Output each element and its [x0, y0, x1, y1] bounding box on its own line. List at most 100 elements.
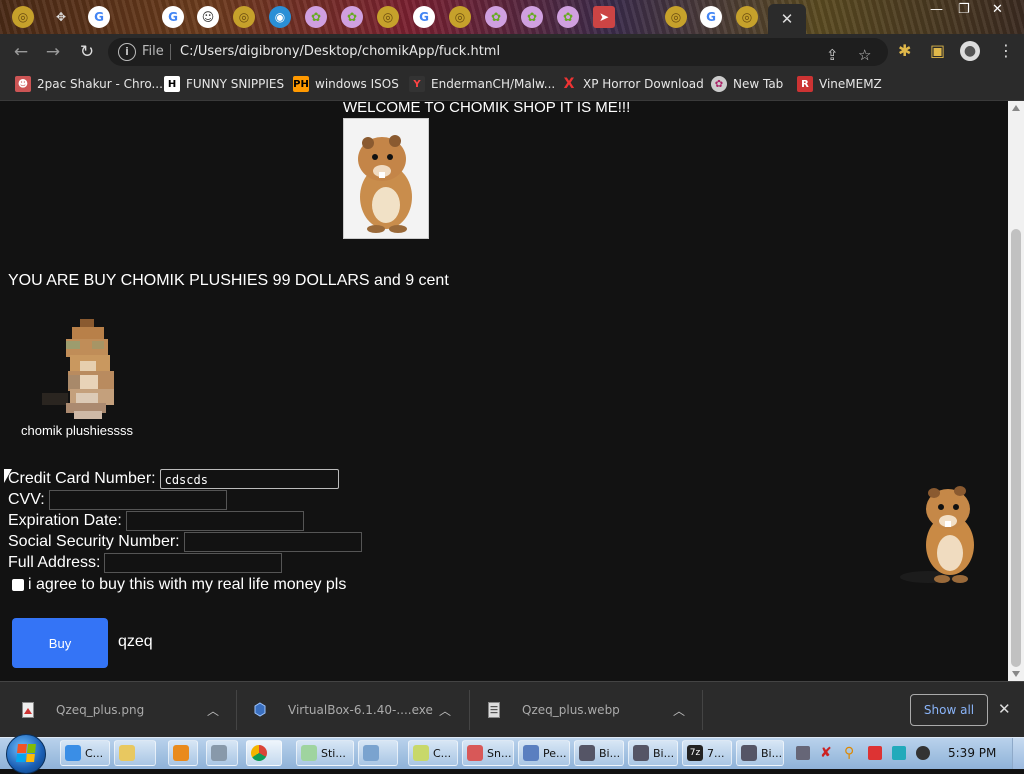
card-number-input[interactable]: cdscds — [159, 469, 339, 489]
url-text[interactable]: C:/Users/digibrony/Desktop/chomikApp/fuc… — [180, 44, 500, 59]
taskbar-button-window[interactable] — [358, 740, 398, 766]
chevron-up-icon[interactable]: ︿ — [439, 702, 451, 719]
taskbar-button-bi-3[interactable]: Bi... — [736, 740, 784, 766]
tray-monitor-icon[interactable] — [892, 746, 906, 760]
tab-google-icon[interactable]: G — [700, 6, 722, 28]
taskbar-button-notepad[interactable]: C... — [408, 740, 458, 766]
chrome-icon — [251, 745, 267, 761]
taskbar-button-chrome[interactable] — [246, 740, 282, 766]
taskbar-button-paint[interactable]: Pe... — [518, 740, 570, 766]
windows-logo-icon — [16, 744, 36, 762]
tab-blue-icon[interactable]: ◉ — [269, 6, 291, 28]
taskbar-button-explorer[interactable] — [114, 740, 156, 766]
chevron-up-icon[interactable]: ︿ — [673, 702, 685, 719]
address-input[interactable] — [104, 553, 283, 573]
download-item[interactable]: Qzeq_plus.webp ︿ — [488, 682, 698, 738]
share-icon[interactable]: ⇪ — [826, 46, 839, 64]
agree-label: i agree to buy this with my real life mo… — [28, 576, 347, 593]
bookmark-item[interactable]: R VineMEMZ — [797, 76, 882, 92]
minimize-button[interactable]: — — [930, 2, 943, 17]
tab-smiley-icon[interactable]: ☺ — [197, 6, 219, 28]
expiration-input[interactable] — [125, 511, 304, 531]
menu-kebab-icon[interactable]: ⋮ — [998, 41, 1014, 60]
back-arrow-icon[interactable]: ← — [10, 42, 32, 62]
maximize-button[interactable]: ❐ — [958, 2, 970, 17]
window-close-button[interactable]: ✕ — [992, 2, 1003, 17]
tray-search-icon[interactable]: ⚲ — [844, 746, 858, 760]
tray-flag-icon[interactable] — [868, 746, 882, 760]
ssn-input[interactable] — [183, 532, 362, 552]
expiration-label: Expiration Date: — [8, 512, 122, 529]
tab-gold-icon[interactable]: ◎ — [665, 6, 687, 28]
download-item[interactable]: Qzeq_plus.png ︿ — [22, 682, 232, 738]
bookmark-item[interactable]: X XP Horror Download — [561, 76, 704, 92]
taskbar-button-calculator[interactable] — [206, 740, 238, 766]
bookmark-star-icon[interactable]: ☆ — [858, 46, 871, 64]
tab-gold-icon[interactable]: ◎ — [12, 6, 34, 28]
tab-red-icon[interactable]: ➤ — [593, 6, 615, 28]
scrollbar-thumb[interactable] — [1011, 229, 1021, 667]
tab-gold-icon[interactable]: ◎ — [449, 6, 471, 28]
taskbar-button-bi-1[interactable]: Bi... — [574, 740, 624, 766]
window-icon — [363, 745, 379, 761]
notepad-icon — [413, 745, 429, 761]
side-panel-icon[interactable]: ▣ — [930, 41, 945, 60]
site-info-icon[interactable]: i — [118, 43, 136, 61]
tray-app-icon[interactable] — [796, 746, 810, 760]
extensions-puzzle-icon[interactable]: ✱ — [898, 41, 911, 60]
sticky-notes-icon — [301, 745, 317, 761]
tab-gold-icon[interactable]: ◎ — [377, 6, 399, 28]
scroll-up-icon[interactable] — [1012, 105, 1020, 111]
address-bar[interactable]: i File C:/Users/digibrony/Desktop/chomik… — [108, 38, 888, 66]
close-icon[interactable]: ✕ — [998, 700, 1011, 718]
start-button[interactable] — [6, 734, 46, 774]
tab-wheel-icon[interactable]: ✿ — [305, 6, 327, 28]
page-scrollbar[interactable] — [1008, 101, 1024, 681]
forward-arrow-icon[interactable]: → — [42, 42, 64, 62]
windows-taskbar: C... Sti... C... Sn... Pe... Bi... Bi...… — [0, 734, 1024, 774]
active-tab-close-button[interactable]: ✕ — [768, 4, 806, 34]
download-divider — [236, 690, 237, 730]
taskbar-button-7zip[interactable]: 7z 7... — [682, 740, 732, 766]
bookmark-item[interactable]: PH windows ISOS — [293, 76, 399, 92]
card-number-label: Credit Card Number: — [8, 470, 156, 487]
reload-icon[interactable]: ↻ — [76, 42, 98, 62]
expiration-row: Expiration Date: — [8, 511, 304, 531]
show-desktop-button[interactable] — [1012, 738, 1024, 769]
installer-file-icon — [254, 702, 266, 717]
tab-wheel-icon[interactable]: ✿ — [557, 6, 579, 28]
scroll-down-icon[interactable] — [1012, 671, 1020, 677]
chevron-up-icon[interactable]: ︿ — [207, 702, 219, 719]
x-icon: X — [563, 76, 575, 92]
tab-wheel-icon[interactable]: ✿ — [485, 6, 507, 28]
tray-tools-icon[interactable]: ✘ — [820, 746, 834, 760]
bookmark-item[interactable]: ✿ New Tab — [711, 76, 783, 92]
agree-checkbox[interactable] — [12, 579, 24, 591]
show-all-button[interactable]: Show all — [910, 694, 988, 726]
taskbar-button-sticky[interactable]: Sti... — [296, 740, 354, 766]
buy-button[interactable]: Buy — [12, 618, 108, 668]
taskbar-button-ie[interactable]: C... — [60, 740, 110, 766]
tab-wheel-icon[interactable]: ✿ — [521, 6, 543, 28]
tab-move-icon[interactable]: ✥ — [50, 6, 72, 28]
cvv-input[interactable] — [48, 490, 227, 510]
tab-google-icon[interactable]: G — [162, 6, 184, 28]
bookmark-item[interactable]: Y EndermanCH/Malw... — [409, 76, 555, 92]
taskbar-label: Bi... — [761, 746, 783, 760]
tab-wheel-icon[interactable]: ✿ — [341, 6, 363, 28]
bookmark-item[interactable]: ☻ 2pac Shakur - Chro... — [15, 76, 163, 92]
tab-google-icon[interactable]: G — [88, 6, 110, 28]
tab-gold-icon[interactable]: ◎ — [736, 6, 758, 28]
profile-avatar-icon[interactable]: ● — [960, 41, 980, 61]
download-divider — [702, 690, 703, 730]
tab-google-icon[interactable]: G — [413, 6, 435, 28]
bookmark-item[interactable]: H FUNNY SNIPPIES — [164, 76, 284, 92]
taskbar-button-snip[interactable]: Sn... — [462, 740, 514, 766]
taskbar-label: Bi... — [599, 746, 621, 760]
tab-gold-icon[interactable]: ◎ — [233, 6, 255, 28]
system-clock[interactable]: 5:39 PM — [948, 746, 996, 760]
taskbar-button-bi-2[interactable]: Bi... — [628, 740, 678, 766]
taskbar-button-media[interactable] — [168, 740, 198, 766]
download-item[interactable]: VirtualBox-6.1.40-....exe ︿ — [254, 682, 464, 738]
tray-volume-icon[interactable] — [916, 746, 930, 760]
